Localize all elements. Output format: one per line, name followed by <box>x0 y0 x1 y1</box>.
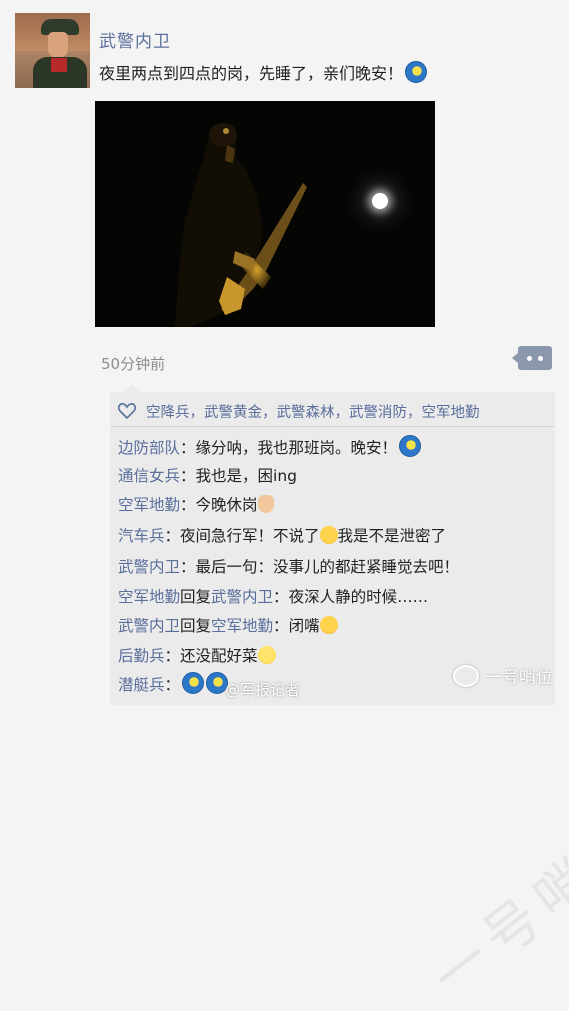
likes-divider <box>110 426 555 427</box>
comment-text: 闭嘴 <box>288 617 320 635</box>
background-watermark: 一号哨位 <box>420 801 569 1010</box>
comment-row[interactable]: 汽车兵：夜间急行军！不说了 我是不是泄密了 <box>118 524 446 546</box>
sleepy-emoji-icon <box>257 646 276 664</box>
likes-names[interactable]: 空降兵，武警黄金，武警森林，武警消防，空军地勤 <box>146 405 480 421</box>
comment-row[interactable]: 通信女兵：我也是，困ing <box>118 464 297 486</box>
comments-section: 一号哨位 空降兵，武警黄金，武警森林，武警消防，空军地勤 边防部队：缘分呐，我也… <box>110 384 569 1009</box>
shh-emoji-icon <box>319 526 338 544</box>
comment-text: 夜深人静的时候…… <box>288 588 429 606</box>
comment-author[interactable]: 潜艇兵 <box>118 676 165 694</box>
moon-emoji-icon <box>399 435 422 457</box>
comment-text: 今晚休岗 <box>195 496 258 514</box>
moon-emoji-icon <box>405 61 428 83</box>
victory-hand-emoji-icon <box>257 495 274 513</box>
comment-text: 我也是，困ing <box>195 467 298 485</box>
comment-author[interactable]: 空军地勤 <box>118 496 180 514</box>
comment-row[interactable]: 空军地勤：今晚休岗 <box>118 493 274 515</box>
comment-text: 夜间急行军！不说了 <box>180 527 320 545</box>
comment-author[interactable]: 汽车兵 <box>118 527 165 545</box>
comment-author[interactable]: 后勤兵 <box>118 647 165 665</box>
likes-line: 空降兵，武警黄金，武警森林，武警消防，空军地勤 <box>118 401 480 422</box>
post-text: 夜里两点到四点的岗，先睡了，亲们晚安！ <box>99 60 428 84</box>
comment-text: 最后一句：没事儿的都赶紧睡觉去吧！ <box>195 558 460 576</box>
comment-more-button[interactable] <box>512 346 552 370</box>
comment-author[interactable]: 武警内卫 <box>118 558 180 576</box>
moon-light <box>372 193 388 209</box>
post-username[interactable]: 武警内卫 <box>99 27 171 52</box>
comment-text-2: 我是不是泄密了 <box>337 527 447 545</box>
comment-row[interactable]: 武警内卫：最后一句：没事儿的都赶紧睡觉去吧！ <box>118 555 459 577</box>
post-photo[interactable] <box>95 101 435 327</box>
comment-row[interactable]: 空军地勤回复武警内卫：夜深人静的时候…… <box>118 585 428 607</box>
comment-author[interactable]: 空军地勤 <box>118 588 180 606</box>
dot-icon <box>538 356 543 361</box>
reply-target[interactable]: 武警内卫 <box>211 588 273 606</box>
user-avatar[interactable] <box>15 13 90 88</box>
post-time: 50分钟前 <box>101 355 166 373</box>
dot-icon <box>527 356 532 361</box>
watermark-brand: 一号哨位 <box>453 663 553 688</box>
comment-row[interactable]: 武警内卫回复空军地勤：闭嘴 <box>118 614 338 636</box>
soldier-silhouette <box>175 123 307 327</box>
comment-text: 还没配好菜 <box>180 647 258 665</box>
comment-author[interactable]: 边防部队 <box>118 439 180 457</box>
comment-text: 缘分呐，我也那班岗。晚安！ <box>195 439 398 457</box>
comment-author[interactable]: 武警内卫 <box>118 617 180 635</box>
watermark-source: @军报记者 <box>225 681 301 699</box>
comment-row[interactable]: 后勤兵：还没配好菜 <box>118 644 276 666</box>
heart-outline-icon <box>118 403 136 419</box>
moon-emoji-icon <box>182 672 205 694</box>
comment-row[interactable]: 潜艇兵： <box>118 672 229 695</box>
wechat-icon <box>453 665 479 687</box>
comment-author[interactable]: 通信女兵 <box>118 467 180 485</box>
reply-target[interactable]: 空军地勤 <box>211 617 273 635</box>
comment-row[interactable]: 边防部队：缘分呐，我也那班岗。晚安！ <box>118 435 422 458</box>
tongue-emoji-icon <box>319 616 338 634</box>
